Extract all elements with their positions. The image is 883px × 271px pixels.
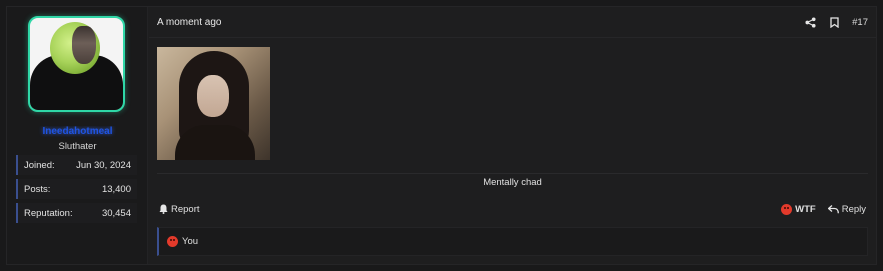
forum-post: Ineedahotmeal Sluthater Joined: Jun 30, … <box>6 6 877 265</box>
avatar-face <box>72 26 96 64</box>
reactions-text: You <box>182 236 199 247</box>
stat-value: 30,454 <box>101 207 131 219</box>
bookmark-icon[interactable] <box>828 16 840 28</box>
stat-posts: Posts: 13,400 <box>16 179 137 199</box>
reply-arrow-icon <box>827 204 839 213</box>
post-number-link[interactable]: #17 <box>852 17 868 28</box>
wtf-reaction-button[interactable]: WTF <box>781 203 816 215</box>
stat-value: 13,400 <box>101 183 131 195</box>
post-header-actions: #17 <box>804 16 868 28</box>
reactions-bar[interactable]: You <box>157 227 868 256</box>
image-body <box>175 125 255 160</box>
footer-actions: WTF Reply <box>781 203 866 215</box>
signature: Mentally chad <box>483 177 542 188</box>
signature-divider <box>157 173 868 174</box>
wtf-label: WTF <box>795 203 816 215</box>
stat-joined: Joined: Jun 30, 2024 <box>16 155 137 175</box>
report-label: Report <box>171 203 200 215</box>
post-header: A moment ago #17 <box>149 7 876 38</box>
share-icon[interactable] <box>804 16 816 28</box>
post-footer: Report WTF Reply <box>149 201 876 217</box>
avatar[interactable] <box>28 16 125 112</box>
user-title: Sluthater <box>58 141 97 152</box>
angry-face-icon <box>781 203 793 215</box>
bell-icon <box>159 204 168 214</box>
image-face <box>197 75 229 117</box>
user-info-column: Ineedahotmeal Sluthater Joined: Jun 30, … <box>7 7 148 264</box>
username-link[interactable]: Ineedahotmeal <box>7 126 148 137</box>
post-main: A moment ago #17 Mentally chad Report WT… <box>149 7 876 264</box>
stat-reputation: Reputation: 30,454 <box>16 203 137 223</box>
stat-label: Reputation: <box>24 207 73 219</box>
post-timestamp[interactable]: A moment ago <box>157 17 221 28</box>
post-image[interactable] <box>157 47 270 160</box>
stat-label: Joined: <box>24 159 55 171</box>
angry-face-icon <box>167 236 178 247</box>
report-button[interactable]: Report <box>159 204 200 215</box>
reply-label: Reply <box>841 203 866 215</box>
stat-label: Posts: <box>24 183 51 195</box>
stat-value: Jun 30, 2024 <box>76 159 131 171</box>
reply-button[interactable]: Reply <box>827 203 866 215</box>
